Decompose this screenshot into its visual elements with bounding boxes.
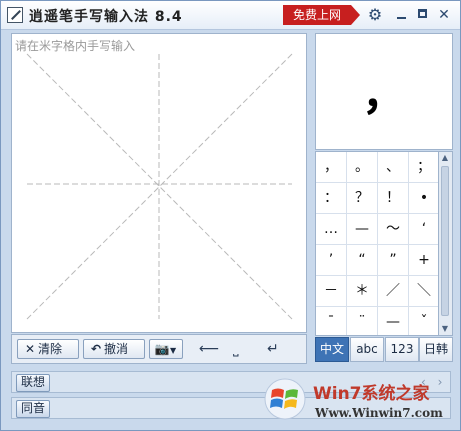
pen-icon xyxy=(7,7,23,23)
camera-icon: 📷 xyxy=(154,342,170,356)
symbol-cell[interactable]: ， xyxy=(316,152,347,183)
undo-icon: ↶ xyxy=(90,342,102,356)
clear-label: 清除 xyxy=(38,342,63,356)
symbol-cell[interactable]: ˉ xyxy=(316,307,347,335)
ime-window: 逍遥笔手写输入法 8.4 免费上网 ⚙ ✕ 请在米字格内手写输入 ✕ 清除 ↶ 撤消… xyxy=(0,0,461,431)
undo-button[interactable]: ↶ 撤消 xyxy=(83,339,145,359)
symbol-grid: ，。、；：？！ •… — ～ ‘’ “” + －＊／ ＼ ˉ ¨ — ˇ xyxy=(315,151,439,336)
clear-x-icon: ✕ xyxy=(24,342,36,356)
mode-tabs: 中文 abc 123 日韩 xyxy=(315,337,453,362)
settings-gear-icon[interactable]: ⚙ xyxy=(367,7,383,23)
minimize-button[interactable] xyxy=(393,7,409,23)
symbol-cell[interactable]: “ xyxy=(347,245,378,276)
symbol-cell[interactable]: ‘ xyxy=(409,214,438,245)
handwriting-pad[interactable]: 请在米字格内手写输入 xyxy=(11,33,307,333)
scroll-down-icon[interactable]: ▼ xyxy=(439,323,451,335)
pad-toolbar: ✕ 清除 ↶ 撤消 📷▼ ⟵ ⎵ ↵ xyxy=(11,334,307,364)
minimize-icon xyxy=(396,17,406,19)
symbol-cell[interactable]: ～ xyxy=(378,214,409,245)
tab-chinese[interactable]: 中文 xyxy=(315,337,349,362)
symbol-cell[interactable]: 、 xyxy=(378,152,409,183)
symbol-cell[interactable]: ／ xyxy=(378,276,409,307)
maximize-icon xyxy=(417,9,427,18)
undo-label: 撤消 xyxy=(104,342,129,356)
symbol-cell[interactable]: － xyxy=(316,276,347,307)
candidate-main-char: ， xyxy=(362,69,406,120)
symbol-cell[interactable]: + xyxy=(409,245,438,276)
windows-logo-icon xyxy=(264,378,306,420)
rice-grid-guides xyxy=(26,53,293,320)
symbol-cell[interactable]: ： xyxy=(316,183,347,214)
symbol-cell[interactable]: — xyxy=(378,307,409,335)
tab-japanese-korean[interactable]: 日韩 xyxy=(419,337,453,362)
tab-numbers[interactable]: 123 xyxy=(385,337,419,362)
tab-abc[interactable]: abc xyxy=(350,337,384,362)
candidate-display[interactable]: ， xyxy=(315,33,453,150)
symbol-cell[interactable]: ’ xyxy=(316,245,347,276)
symbol-cell[interactable]: … xyxy=(316,214,347,245)
enter-icon[interactable]: ↵ xyxy=(267,340,279,358)
maximize-button[interactable] xyxy=(414,7,430,23)
close-button[interactable]: ✕ xyxy=(436,7,452,23)
symbol-cell[interactable]: ！ xyxy=(378,183,409,214)
scroll-thumb[interactable] xyxy=(441,166,449,316)
symbol-cell[interactable]: 。 xyxy=(347,152,378,183)
association-button[interactable]: 联想 xyxy=(16,374,51,392)
watermark-site: Www.Winwin7.com xyxy=(315,406,443,420)
watermark-brand: Win7系统之家 xyxy=(313,384,430,404)
space-icon[interactable]: ⎵ xyxy=(233,340,239,358)
app-title: 逍遥笔手写输入法 8.4 xyxy=(29,9,183,25)
symbol-scrollbar[interactable]: ▲ ▼ xyxy=(439,151,453,336)
symbol-cell[interactable]: ； xyxy=(409,152,438,183)
symbol-cell[interactable]: ¨ xyxy=(347,307,378,335)
symbol-cell[interactable]: • xyxy=(409,183,438,214)
symbol-cell[interactable]: ” xyxy=(378,245,409,276)
camera-dropdown-button[interactable]: 📷▼ xyxy=(149,339,183,359)
symbol-cell[interactable]: — xyxy=(347,214,378,245)
symbol-cell[interactable]: ＼ xyxy=(409,276,438,307)
backspace-arrow-icon[interactable]: ⟵ xyxy=(199,340,219,358)
watermark: Win7系统之家 Www.Winwin7.com xyxy=(263,373,459,429)
symbol-cell[interactable]: ＊ xyxy=(347,276,378,307)
chevron-down-icon: ▼ xyxy=(170,346,177,355)
symbol-cell[interactable]: ˇ xyxy=(409,307,438,335)
symbol-cell[interactable]: ？ xyxy=(347,183,378,214)
title-bar[interactable]: 逍遥笔手写输入法 8.4 免费上网 ⚙ ✕ xyxy=(1,1,460,30)
homophone-button[interactable]: 同音 xyxy=(16,400,51,418)
clear-button[interactable]: ✕ 清除 xyxy=(17,339,79,359)
free-internet-button[interactable]: 免费上网 xyxy=(283,5,360,25)
scroll-up-icon[interactable]: ▲ xyxy=(439,152,451,164)
